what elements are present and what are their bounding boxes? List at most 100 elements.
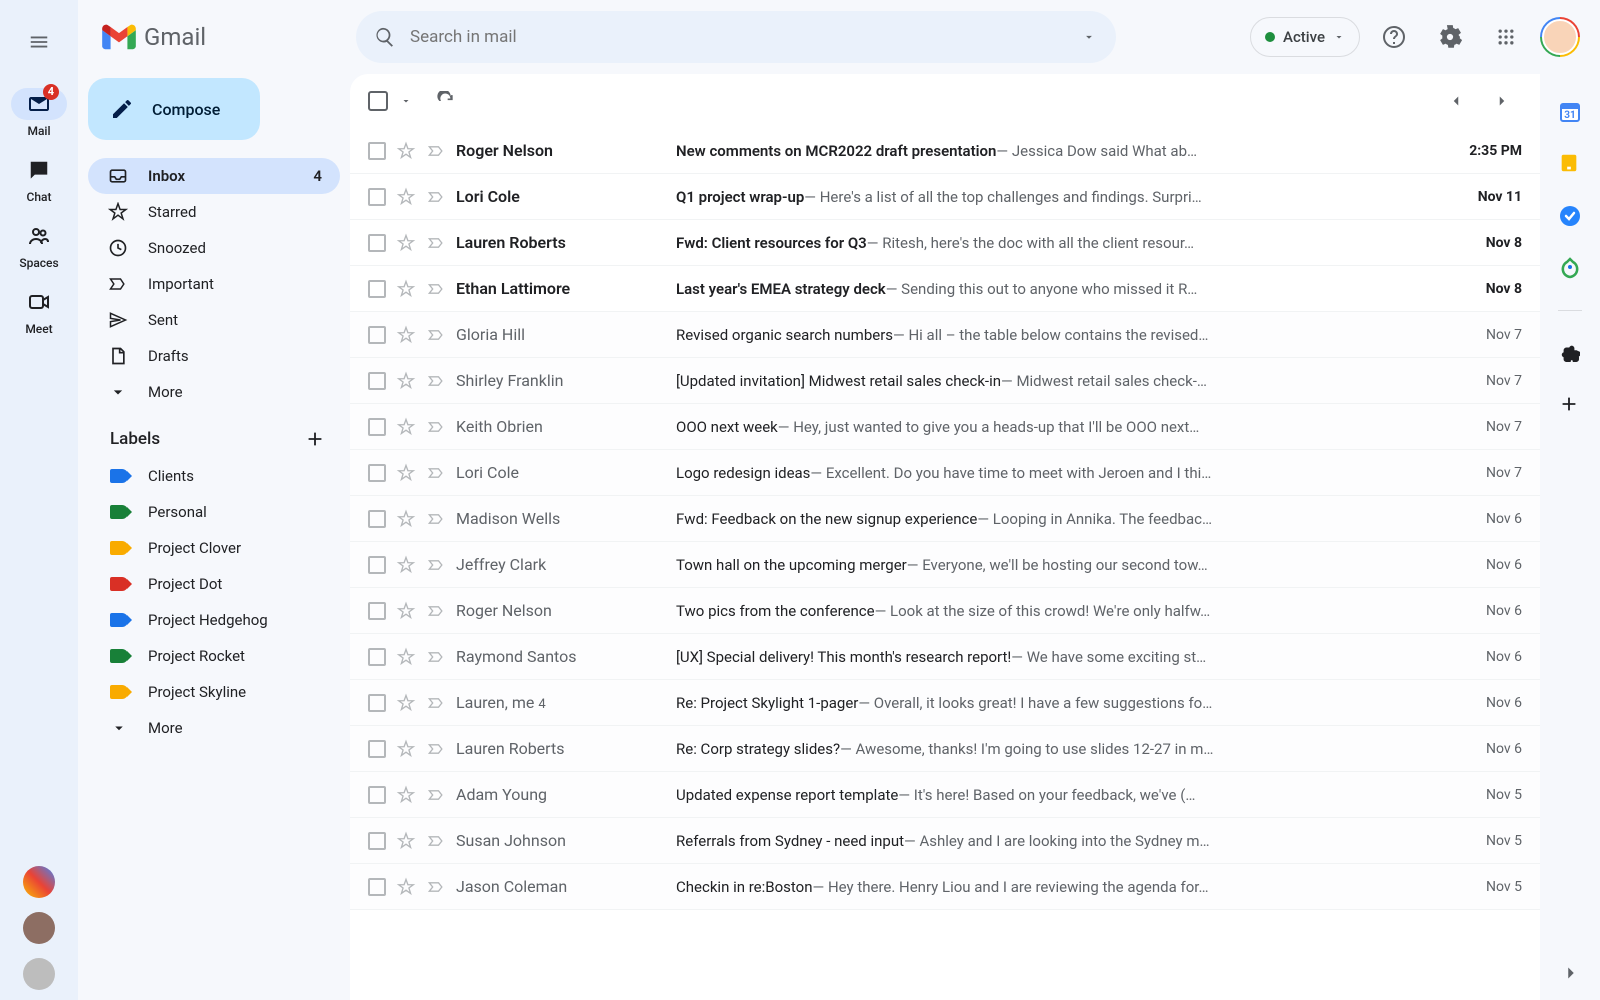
nav-item-sent[interactable]: Sent bbox=[88, 302, 340, 338]
importance-button[interactable] bbox=[426, 325, 446, 345]
mail-row[interactable]: Gloria Hill Revised organic search numbe… bbox=[350, 312, 1540, 358]
importance-button[interactable] bbox=[426, 555, 446, 575]
rail-item-chat[interactable]: Chat bbox=[5, 148, 73, 210]
search-options-icon[interactable] bbox=[1082, 30, 1096, 44]
next-page-button[interactable] bbox=[1482, 81, 1522, 121]
importance-button[interactable] bbox=[426, 509, 446, 529]
star-button[interactable] bbox=[396, 141, 416, 161]
row-checkbox[interactable] bbox=[368, 372, 386, 390]
star-button[interactable] bbox=[396, 187, 416, 207]
gmail-logo[interactable]: Gmail bbox=[92, 23, 346, 51]
mail-row[interactable]: Lauren, me4 Re: Project Skylight 1-pager… bbox=[350, 680, 1540, 726]
importance-button[interactable] bbox=[426, 877, 446, 897]
nav-item-more[interactable]: More bbox=[88, 374, 340, 410]
importance-button[interactable] bbox=[426, 417, 446, 437]
label-item-personal[interactable]: Personal bbox=[88, 494, 340, 530]
star-button[interactable] bbox=[396, 371, 416, 391]
mail-row[interactable]: Lori Cole Q1 project wrap-upHere's a lis… bbox=[350, 174, 1540, 220]
label-item-clients[interactable]: Clients bbox=[88, 458, 340, 494]
star-button[interactable] bbox=[396, 279, 416, 299]
star-button[interactable] bbox=[396, 785, 416, 805]
star-button[interactable] bbox=[396, 831, 416, 851]
search-bar[interactable] bbox=[356, 11, 1116, 63]
label-item-project-skyline[interactable]: Project Skyline bbox=[88, 674, 340, 710]
importance-button[interactable] bbox=[426, 831, 446, 851]
rail-chat-avatar-1[interactable] bbox=[23, 912, 55, 944]
mail-row[interactable]: Raymond Santos [UX] Special delivery! Th… bbox=[350, 634, 1540, 680]
importance-button[interactable] bbox=[426, 693, 446, 713]
mail-row[interactable]: Ethan Lattimore Last year's EMEA strateg… bbox=[350, 266, 1540, 312]
keep-addon[interactable] bbox=[1558, 152, 1582, 176]
row-checkbox[interactable] bbox=[368, 740, 386, 758]
importance-button[interactable] bbox=[426, 141, 446, 161]
star-button[interactable] bbox=[396, 509, 416, 529]
star-button[interactable] bbox=[396, 601, 416, 621]
labels-more[interactable]: More bbox=[88, 710, 340, 746]
refresh-button[interactable] bbox=[426, 81, 466, 121]
mail-row[interactable]: Lori Cole Logo redesign ideasExcellent. … bbox=[350, 450, 1540, 496]
status-chip[interactable]: Active bbox=[1250, 17, 1360, 57]
nav-item-snoozed[interactable]: Snoozed bbox=[88, 230, 340, 266]
mail-row[interactable]: Lauren Roberts Re: Corp strategy slides?… bbox=[350, 726, 1540, 772]
rail-item-mail[interactable]: 4 Mail bbox=[5, 82, 73, 144]
star-button[interactable] bbox=[396, 739, 416, 759]
prev-page-button[interactable] bbox=[1436, 81, 1476, 121]
row-checkbox[interactable] bbox=[368, 602, 386, 620]
mail-row[interactable]: Roger Nelson Two pics from the conferenc… bbox=[350, 588, 1540, 634]
add-label-button[interactable] bbox=[304, 428, 326, 450]
row-checkbox[interactable] bbox=[368, 280, 386, 298]
importance-button[interactable] bbox=[426, 739, 446, 759]
mail-row[interactable]: Adam Young Updated expense report templa… bbox=[350, 772, 1540, 818]
row-checkbox[interactable] bbox=[368, 786, 386, 804]
importance-button[interactable] bbox=[426, 187, 446, 207]
label-item-project-rocket[interactable]: Project Rocket bbox=[88, 638, 340, 674]
add-button[interactable] bbox=[1558, 393, 1582, 417]
importance-button[interactable] bbox=[426, 785, 446, 805]
mail-row[interactable]: Roger Nelson New comments on MCR2022 dra… bbox=[350, 128, 1540, 174]
star-button[interactable] bbox=[396, 693, 416, 713]
label-item-project-clover[interactable]: Project Clover bbox=[88, 530, 340, 566]
star-button[interactable] bbox=[396, 417, 416, 437]
mail-row[interactable]: Jeffrey Clark Town hall on the upcoming … bbox=[350, 542, 1540, 588]
main-menu-button[interactable] bbox=[15, 18, 63, 66]
rail-app-shortcut-1[interactable] bbox=[23, 866, 55, 898]
row-checkbox[interactable] bbox=[368, 188, 386, 206]
label-item-project-hedgehog[interactable]: Project Hedgehog bbox=[88, 602, 340, 638]
get-addons-button[interactable] bbox=[1558, 341, 1582, 365]
star-button[interactable] bbox=[396, 233, 416, 253]
row-checkbox[interactable] bbox=[368, 234, 386, 252]
star-button[interactable] bbox=[396, 877, 416, 897]
row-checkbox[interactable] bbox=[368, 464, 386, 482]
importance-button[interactable] bbox=[426, 279, 446, 299]
star-button[interactable] bbox=[396, 647, 416, 667]
row-checkbox[interactable] bbox=[368, 878, 386, 896]
row-checkbox[interactable] bbox=[368, 694, 386, 712]
row-checkbox[interactable] bbox=[368, 510, 386, 528]
nav-item-inbox[interactable]: Inbox4 bbox=[88, 158, 340, 194]
row-checkbox[interactable] bbox=[368, 832, 386, 850]
importance-button[interactable] bbox=[426, 463, 446, 483]
select-all-checkbox[interactable] bbox=[368, 91, 388, 111]
label-item-project-dot[interactable]: Project Dot bbox=[88, 566, 340, 602]
star-button[interactable] bbox=[396, 325, 416, 345]
importance-button[interactable] bbox=[426, 371, 446, 391]
importance-button[interactable] bbox=[426, 233, 446, 253]
star-button[interactable] bbox=[396, 463, 416, 483]
importance-button[interactable] bbox=[426, 647, 446, 667]
row-checkbox[interactable] bbox=[368, 142, 386, 160]
mail-row[interactable]: Lauren Roberts Fwd: Client resources for… bbox=[350, 220, 1540, 266]
mail-row[interactable]: Shirley Franklin [Updated invitation] Mi… bbox=[350, 358, 1540, 404]
select-dropdown[interactable] bbox=[394, 89, 418, 113]
mail-row[interactable]: Keith Obrien OOO next weekHey, just want… bbox=[350, 404, 1540, 450]
apps-button[interactable] bbox=[1484, 15, 1528, 59]
contacts-addon[interactable] bbox=[1558, 256, 1582, 280]
compose-button[interactable]: Compose bbox=[88, 78, 260, 140]
nav-item-important[interactable]: Important bbox=[88, 266, 340, 302]
row-checkbox[interactable] bbox=[368, 418, 386, 436]
star-button[interactable] bbox=[396, 555, 416, 575]
row-checkbox[interactable] bbox=[368, 326, 386, 344]
nav-item-drafts[interactable]: Drafts bbox=[88, 338, 340, 374]
tasks-addon[interactable] bbox=[1558, 204, 1582, 228]
rail-item-meet[interactable]: Meet bbox=[5, 280, 73, 342]
mail-row[interactable]: Madison Wells Fwd: Feedback on the new s… bbox=[350, 496, 1540, 542]
